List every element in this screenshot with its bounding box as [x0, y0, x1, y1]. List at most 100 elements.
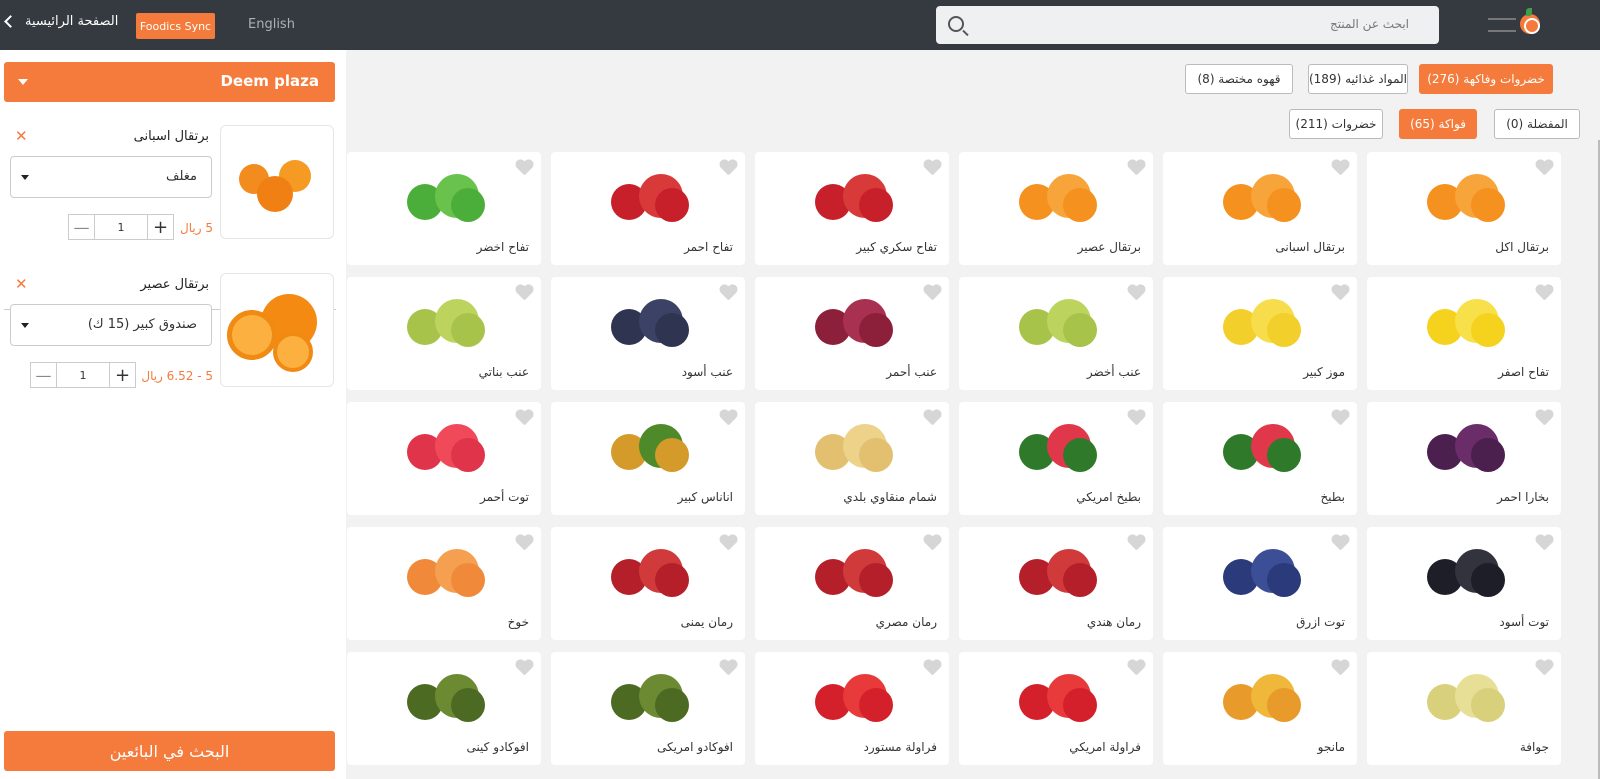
product-name: عنب أحمر: [886, 365, 937, 379]
heart-icon[interactable]: [1127, 660, 1145, 676]
product-card[interactable]: فراولة مستورد: [755, 652, 949, 765]
remove-item-icon[interactable]: ✕: [15, 275, 28, 293]
product-name: برتقال اكل: [1495, 240, 1549, 254]
heart-icon[interactable]: [1127, 535, 1145, 551]
product-card[interactable]: فراولة امريكي: [959, 652, 1153, 765]
heart-icon[interactable]: [1331, 535, 1349, 551]
decrease-button[interactable]: —: [69, 215, 95, 239]
search-vendors-button[interactable]: البحث في البائعين: [4, 731, 335, 771]
subcategory-tab[interactable]: خضروات (211): [1289, 109, 1383, 139]
product-card[interactable]: اناناس كبير: [551, 402, 745, 515]
heart-icon[interactable]: [515, 160, 533, 176]
search-input[interactable]: ابحث عن المنتج: [936, 6, 1439, 44]
heart-icon[interactable]: [1331, 660, 1349, 676]
product-card[interactable]: شمام منقاوي بلدي: [755, 402, 949, 515]
watermelon-icon: [1001, 414, 1111, 480]
quantity-value[interactable]: 1: [95, 215, 147, 239]
heart-icon[interactable]: [923, 535, 941, 551]
subcategory-tab[interactable]: المفضلة (0): [1494, 109, 1580, 139]
product-card[interactable]: عنب أخضر: [959, 277, 1153, 390]
product-card[interactable]: رمان مصري: [755, 527, 949, 640]
product-card[interactable]: بطيخ: [1163, 402, 1357, 515]
brand-logo[interactable]: [1488, 8, 1544, 40]
product-card[interactable]: برتقال اسبانى: [1163, 152, 1357, 265]
heart-icon[interactable]: [1535, 160, 1553, 176]
heart-icon[interactable]: [1535, 660, 1553, 676]
product-card[interactable]: بخارا احمر: [1367, 402, 1561, 515]
product-card[interactable]: تفاح سكري كبير: [755, 152, 949, 265]
heart-icon[interactable]: [719, 535, 737, 551]
heart-icon[interactable]: [719, 285, 737, 301]
quantity-value[interactable]: 1: [57, 363, 109, 387]
product-card[interactable]: تفاح اخضر: [347, 152, 541, 265]
product-card[interactable]: افوكادو كينى: [347, 652, 541, 765]
heart-icon[interactable]: [1535, 535, 1553, 551]
cart-item-price: 5 - 6.52 ريال: [141, 369, 213, 383]
heart-icon[interactable]: [1127, 285, 1145, 301]
product-card[interactable]: توت أحمر: [347, 402, 541, 515]
heart-icon[interactable]: [1331, 410, 1349, 426]
variant-select[interactable]: مغلف: [10, 156, 212, 198]
product-card[interactable]: برتقال اكل: [1367, 152, 1561, 265]
product-card[interactable]: عنب أسود: [551, 277, 745, 390]
product-card[interactable]: بطيخ امريكي: [959, 402, 1153, 515]
branch-selector[interactable]: Deem plaza: [4, 62, 335, 102]
heart-icon[interactable]: [1535, 285, 1553, 301]
heart-icon[interactable]: [1535, 410, 1553, 426]
mango-icon: [1205, 664, 1315, 730]
category-tab[interactable]: خضروات وفاكهة (276): [1419, 64, 1553, 94]
product-name: تفاح احمر: [684, 240, 733, 254]
quantity-stepper[interactable]: — 1 +: [30, 362, 136, 388]
product-card[interactable]: رمان يمنى: [551, 527, 745, 640]
product-card[interactable]: توت ازرق: [1163, 527, 1357, 640]
orange-logo-icon: [1520, 14, 1540, 34]
product-card[interactable]: رمان هندي: [959, 527, 1153, 640]
product-name: رمان مصري: [875, 615, 937, 629]
heart-icon[interactable]: [923, 160, 941, 176]
language-switch[interactable]: English: [248, 17, 295, 32]
heart-icon[interactable]: [719, 160, 737, 176]
apple-red-icon: [593, 164, 703, 230]
heart-icon[interactable]: [1127, 410, 1145, 426]
product-name: تفاح اخضر: [476, 240, 529, 254]
remove-item-icon[interactable]: ✕: [15, 127, 28, 145]
heart-icon[interactable]: [719, 410, 737, 426]
product-card[interactable]: مانجو: [1163, 652, 1357, 765]
product-card[interactable]: جوافة: [1367, 652, 1561, 765]
product-name: برتقال عصير: [1077, 240, 1141, 254]
heart-icon[interactable]: [1331, 285, 1349, 301]
product-card[interactable]: خوخ: [347, 527, 541, 640]
decrease-button[interactable]: —: [31, 363, 57, 387]
product-card[interactable]: عنب أحمر: [755, 277, 949, 390]
subcategory-tab[interactable]: فواكة (65): [1399, 109, 1477, 139]
product-card[interactable]: افوكادو امريكى: [551, 652, 745, 765]
back-to-home-link[interactable]: الصفحة الرائيسية: [4, 14, 118, 29]
product-card[interactable]: تفاح احمر: [551, 152, 745, 265]
heart-icon[interactable]: [1127, 160, 1145, 176]
heart-icon[interactable]: [1331, 160, 1349, 176]
heart-icon[interactable]: [923, 285, 941, 301]
category-tab[interactable]: المواد غذائيه (189): [1308, 64, 1408, 94]
heart-icon[interactable]: [719, 660, 737, 676]
heart-icon[interactable]: [923, 660, 941, 676]
dropdown-arrow-icon: [21, 323, 29, 328]
heart-icon[interactable]: [515, 660, 533, 676]
chevron-left-icon: [4, 15, 17, 28]
heart-icon[interactable]: [515, 535, 533, 551]
watermelon-icon: [1205, 414, 1315, 480]
increase-button[interactable]: +: [147, 215, 173, 239]
product-card[interactable]: توت أسود: [1367, 527, 1561, 640]
heart-icon[interactable]: [923, 410, 941, 426]
heart-icon[interactable]: [515, 285, 533, 301]
increase-button[interactable]: +: [109, 363, 135, 387]
heart-icon[interactable]: [515, 410, 533, 426]
variant-select[interactable]: صندوق كبير (15 ك): [10, 304, 212, 346]
product-card[interactable]: موز كبير: [1163, 277, 1357, 390]
category-tab[interactable]: قهوه مختصة (8): [1185, 64, 1293, 94]
search-icon[interactable]: [948, 16, 964, 32]
product-card[interactable]: برتقال عصير: [959, 152, 1153, 265]
product-card[interactable]: عنب بناتي: [347, 277, 541, 390]
product-card[interactable]: تفاح اصفر: [1367, 277, 1561, 390]
foodics-sync-button[interactable]: Foodics Sync: [136, 13, 215, 39]
quantity-stepper[interactable]: — 1 +: [68, 214, 174, 240]
